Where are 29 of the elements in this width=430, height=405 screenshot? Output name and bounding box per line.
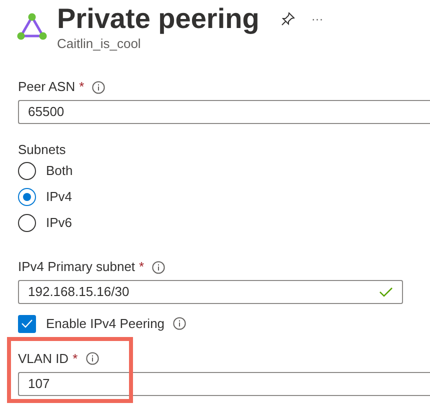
info-icon[interactable] bbox=[152, 260, 166, 274]
triangle-network-icon bbox=[17, 13, 47, 41]
info-icon[interactable] bbox=[172, 317, 186, 330]
page-title: Private peering bbox=[57, 2, 260, 36]
input-field[interactable]: 192.168.15.16/30 bbox=[18, 280, 403, 304]
field-label: IPv4 Primary subnet bbox=[18, 258, 136, 276]
radio-label[interactable]: IPv4 bbox=[46, 187, 72, 207]
checkbox[interactable] bbox=[18, 314, 36, 333]
page-subtitle: Caitlin_is_cool bbox=[57, 36, 142, 52]
radio-button[interactable] bbox=[18, 188, 36, 206]
info-icon[interactable] bbox=[86, 352, 99, 365]
radio-label[interactable]: IPv6 bbox=[46, 213, 72, 233]
more-button[interactable]: ··· bbox=[311, 10, 324, 28]
radio-button[interactable] bbox=[18, 162, 36, 180]
field-label: VLAN ID bbox=[18, 350, 69, 368]
required-asterisk: * bbox=[79, 78, 84, 96]
required-asterisk: * bbox=[139, 258, 144, 276]
field-label: Peer ASN bbox=[18, 78, 76, 96]
group-label: Subnets bbox=[18, 141, 67, 158]
check-icon bbox=[379, 287, 393, 297]
input-field[interactable]: 107 bbox=[18, 372, 430, 396]
radio-label[interactable]: Both bbox=[46, 161, 73, 181]
checkbox-label[interactable]: Enable IPv4 Peering bbox=[46, 314, 165, 334]
pin-icon[interactable] bbox=[281, 12, 296, 26]
input-field[interactable]: 65500 bbox=[18, 100, 430, 124]
check-icon bbox=[21, 319, 33, 328]
radio-button[interactable] bbox=[18, 214, 36, 232]
required-asterisk: * bbox=[72, 350, 78, 368]
info-icon[interactable] bbox=[92, 80, 106, 94]
